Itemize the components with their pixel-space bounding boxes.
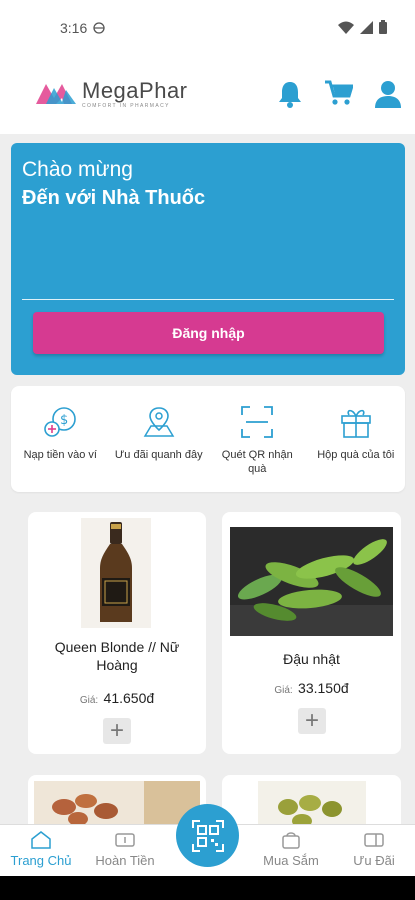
price-value: 41.650đ xyxy=(103,690,155,706)
gift-icon xyxy=(340,409,371,438)
cashback-icon xyxy=(115,833,135,847)
nav-cashback[interactable]: Hoàn Tiền xyxy=(90,831,160,868)
nav-deals[interactable]: Ưu Đãi xyxy=(339,831,409,868)
cart-icon[interactable] xyxy=(325,80,353,106)
signal-icon xyxy=(360,20,373,34)
welcome-banner: Chào mừng Đến với Nhà Thuốc Đăng nhập xyxy=(11,143,405,375)
product-name: Đậu nhật xyxy=(283,651,340,667)
welcome-title: Đến với Nhà Thuốc xyxy=(22,187,206,209)
price-label: Giá: xyxy=(79,695,99,706)
notification-bell-icon[interactable] xyxy=(277,80,303,108)
nav-home[interactable]: Trang Chủ xyxy=(6,831,76,868)
add-to-cart-button[interactable]: + xyxy=(298,708,326,734)
price-value: 33.150đ xyxy=(298,680,349,696)
status-time: 3:16 xyxy=(60,20,88,36)
megaphar-logo-icon xyxy=(36,84,76,104)
action-topup-wallet[interactable]: $ Nạp tiền vào ví xyxy=(14,402,106,492)
app-header: MegaPhar COMFORT IN PHARMACY xyxy=(0,56,415,134)
system-navigation-bar xyxy=(0,876,415,900)
qr-scan-icon xyxy=(241,406,274,438)
brand-name: MegaPhar xyxy=(82,78,188,103)
product-card[interactable]: Đậu nhật Giá: 33.150đ + xyxy=(222,512,401,754)
login-button[interactable]: Đăng nhập xyxy=(33,312,384,354)
battery-icon xyxy=(379,20,387,34)
brand-logo[interactable]: MegaPhar COMFORT IN PHARMACY xyxy=(34,80,188,109)
map-pin-icon xyxy=(143,407,175,437)
status-bar: 3:16 xyxy=(0,0,415,56)
action-my-gifts[interactable]: Hộp quà của tôi xyxy=(310,402,402,492)
divider xyxy=(22,299,394,300)
nav-label: Ưu Đãi xyxy=(353,853,395,868)
product-name: Queen Blonde // Nữ Hoàng xyxy=(54,639,180,673)
product-price: Giá: 41.650đ xyxy=(28,690,206,706)
action-label: Hộp quà của tôi xyxy=(317,449,395,461)
nav-label: Mua Sắm xyxy=(263,853,319,868)
wallet-topup-icon: $ xyxy=(44,407,77,437)
user-profile-icon[interactable] xyxy=(375,80,401,108)
edamame-image xyxy=(230,527,393,636)
qr-code-icon xyxy=(191,819,224,852)
shopping-bag-icon xyxy=(282,832,300,849)
action-label: Ưu đãi quanh đây xyxy=(114,449,203,461)
vpn-globe-icon xyxy=(93,22,105,34)
home-icon xyxy=(31,831,51,849)
nav-label: Hoàn Tiền xyxy=(95,853,155,868)
product-card[interactable]: Queen Blonde // Nữ Hoàng Giá: 41.650đ + xyxy=(28,512,206,754)
qr-scan-button[interactable] xyxy=(176,804,239,867)
action-scan-qr[interactable]: Quét QR nhận quà xyxy=(211,402,303,492)
add-to-cart-button[interactable]: + xyxy=(103,718,131,744)
nav-label: Trang Chủ xyxy=(10,853,72,868)
svg-text:$: $ xyxy=(60,413,68,428)
nav-shopping[interactable]: Mua Sắm xyxy=(256,831,326,868)
wifi-icon xyxy=(338,21,354,34)
price-label: Giá: xyxy=(274,685,293,696)
beer-bottle-image xyxy=(81,518,151,628)
action-nearby-deals[interactable]: Ưu đãi quanh đây xyxy=(113,402,205,492)
product-price: Giá: 33.150đ xyxy=(222,680,401,696)
brand-tagline: COMFORT IN PHARMACY xyxy=(82,103,170,109)
action-label: Nạp tiền vào ví xyxy=(23,449,97,461)
welcome-greeting: Chào mừng xyxy=(22,158,133,181)
quick-actions: $ Nạp tiền vào ví Ưu đãi quanh đây Quét … xyxy=(11,386,405,492)
action-label: Quét QR nhận quà xyxy=(221,449,293,475)
voucher-icon xyxy=(364,833,384,847)
